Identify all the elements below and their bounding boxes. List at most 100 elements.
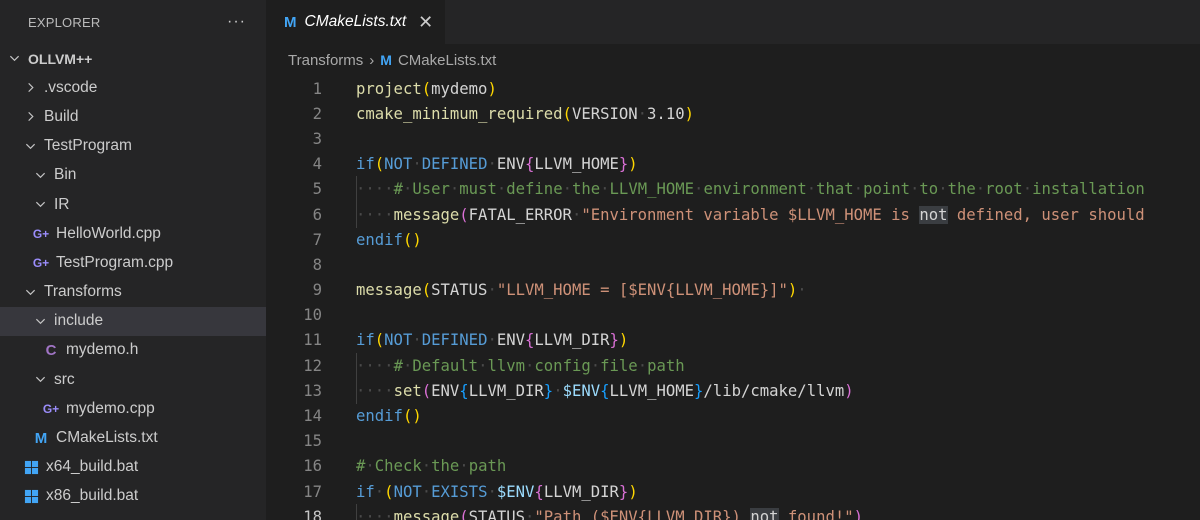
code-editor[interactable]: 1 project(mydemo) 2 cmake_minimum_required(… [266, 76, 1200, 520]
code-token: · [374, 482, 385, 501]
more-actions-icon[interactable]: ··· [227, 13, 246, 31]
code-line[interactable]: 13 ····set(ENV{LLVM_DIR}·$ENV{LLVM_HOME}/… [266, 377, 1200, 404]
tree-file[interactable]: M CMakeLists.txt [0, 423, 266, 452]
line-number: 16 [303, 457, 322, 476]
code-token: that [816, 180, 854, 199]
code-token: ···· [356, 180, 394, 199]
code-token: LLVM_HOME [609, 180, 695, 199]
code-line[interactable]: 17 if·(NOT·EXISTS·$ENV{LLVM_DIR}) [266, 479, 1200, 504]
code-token: · [1022, 180, 1033, 199]
explorer-sidebar: EXPLORER ··· OLLVM++ .vscode Build TestProg… [0, 0, 266, 520]
code-token: ( [374, 155, 385, 174]
line-number: 15 [303, 432, 322, 451]
code-token: if [356, 331, 375, 350]
code-line[interactable]: 12 ····#·Default·llvm·config·file·path [266, 352, 1200, 379]
code-line[interactable]: 10 [266, 303, 1200, 328]
tab-cmakelists[interactable]: M CMakeLists.txt ✕ [266, 0, 446, 44]
code-token: { [525, 331, 535, 350]
code-token: Default [412, 356, 479, 375]
code-line[interactable]: 16 #·Check·the·path [266, 454, 1200, 479]
code-token: found!" [778, 507, 854, 520]
breadcrumb-folder[interactable]: Transforms [288, 52, 363, 69]
code-line[interactable]: 4 if(NOT·DEFINED·ENV{LLVM_HOME}) [266, 152, 1200, 177]
chevron-right-icon[interactable] [22, 82, 38, 93]
close-icon[interactable]: ✕ [418, 12, 433, 33]
code-token: ···· [356, 381, 394, 400]
windows-bat-file-icon [22, 460, 40, 475]
line-number: 17 [303, 482, 322, 501]
code-token: mydemo [431, 79, 488, 98]
indent-guide [356, 377, 357, 404]
code-token: · [853, 180, 864, 199]
code-token: · [590, 356, 601, 375]
code-line[interactable]: 9 message(STATUS·"LLVM_HOME = [$ENV{LLVM_… [266, 278, 1200, 303]
code-line[interactable]: 2 cmake_minimum_required(VERSION·3.10) [266, 101, 1200, 126]
tree-item-label: TestProgram.cpp [56, 253, 174, 271]
code-token: · [637, 356, 648, 375]
code-token: # [356, 457, 366, 476]
code-token: ( [459, 507, 469, 520]
code-text: ····set(ENV{LLVM_DIR}·$ENV{LLVM_HOME}/li… [356, 377, 854, 404]
chevron-down-icon[interactable] [22, 141, 38, 152]
tree-folder[interactable]: include [0, 306, 266, 336]
code-text: ····#·Default·llvm·config·file·path [356, 352, 685, 379]
chevron-down-icon[interactable] [32, 316, 48, 327]
tree-file[interactable]: G+ TestProgram.cpp [0, 248, 266, 277]
code-line[interactable]: 6 ····message(FATAL_ERROR·"Environment va… [266, 201, 1200, 228]
code-token: $ENV [496, 482, 535, 501]
breadcrumb-file[interactable]: CMakeLists.txt [398, 52, 496, 69]
code-line[interactable]: 11 if(NOT·DEFINED·ENV{LLVM_DIR}) [266, 328, 1200, 353]
tree-folder[interactable]: src [0, 365, 266, 394]
code-token: · [487, 155, 497, 174]
code-token: path [647, 356, 685, 375]
code-line[interactable]: 15 [266, 429, 1200, 454]
tree-folder[interactable]: IR [0, 190, 266, 219]
tree-file[interactable]: Cmydemo.h [0, 336, 266, 365]
code-line[interactable]: 14 endif() [266, 403, 1200, 428]
code-token: · [487, 281, 497, 300]
tree-folder[interactable]: Bin [0, 161, 266, 190]
chevron-right-icon[interactable] [22, 111, 38, 122]
code-line[interactable]: 7 endif() [266, 227, 1200, 252]
tree-item-label: include [54, 312, 104, 330]
windows-bat-file-icon [22, 489, 40, 504]
tree-folder[interactable]: Build [0, 102, 266, 131]
chevron-down-icon[interactable] [22, 287, 38, 298]
code-token: } [694, 381, 704, 400]
tree-item-label: Build [44, 107, 79, 125]
code-token: FATAL_ERROR [468, 205, 572, 224]
code-token: · [806, 180, 817, 199]
code-token: ···· [356, 205, 394, 224]
code-token: ) [628, 482, 638, 501]
explorer-header: EXPLORER ··· [0, 0, 266, 44]
code-token: EXISTS [431, 482, 488, 501]
line-number: 2 [312, 104, 322, 123]
chevron-down-icon[interactable] [6, 53, 22, 64]
tree-file[interactable]: G+ mydemo.cpp [0, 394, 266, 423]
chevron-down-icon[interactable] [32, 199, 48, 210]
code-token: ( [374, 331, 385, 350]
tree-item-label: Transforms [44, 283, 122, 301]
tree-file[interactable]: x64_build.bat [0, 453, 266, 482]
chevron-right-icon: › [369, 51, 375, 69]
chevron-down-icon[interactable] [32, 170, 48, 181]
tab-bar: M CMakeLists.txt ✕ [266, 0, 1200, 44]
line-number: 11 [303, 331, 322, 350]
line-number: 18 [303, 507, 322, 520]
code-token: · [459, 457, 469, 476]
tree-folder[interactable]: TestProgram [0, 132, 266, 161]
code-line[interactable]: 5 ····#·User·must·define·the·LLVM_HOME·en… [266, 176, 1200, 203]
tree-folder[interactable]: .vscode [0, 73, 266, 102]
tree-folder[interactable]: Transforms [0, 278, 266, 307]
tree-folder[interactable]: OLLVM++ [0, 44, 266, 73]
tree-file[interactable]: G+ HelloWorld.cpp [0, 219, 266, 248]
code-text: project(mydemo) [356, 80, 497, 98]
code-line[interactable]: 1 project(mydemo) [266, 76, 1200, 101]
chevron-down-icon[interactable] [32, 374, 48, 385]
code-line[interactable]: 18 ····message(STATUS·"Path ($ENV{LLVM_DI… [266, 503, 1200, 520]
code-line[interactable]: 8 [266, 252, 1200, 277]
tree-file[interactable]: x86_build.bat [0, 482, 266, 511]
code-token: ENV [431, 381, 460, 400]
code-token: path [468, 457, 507, 476]
code-line[interactable]: 3 [266, 126, 1200, 151]
